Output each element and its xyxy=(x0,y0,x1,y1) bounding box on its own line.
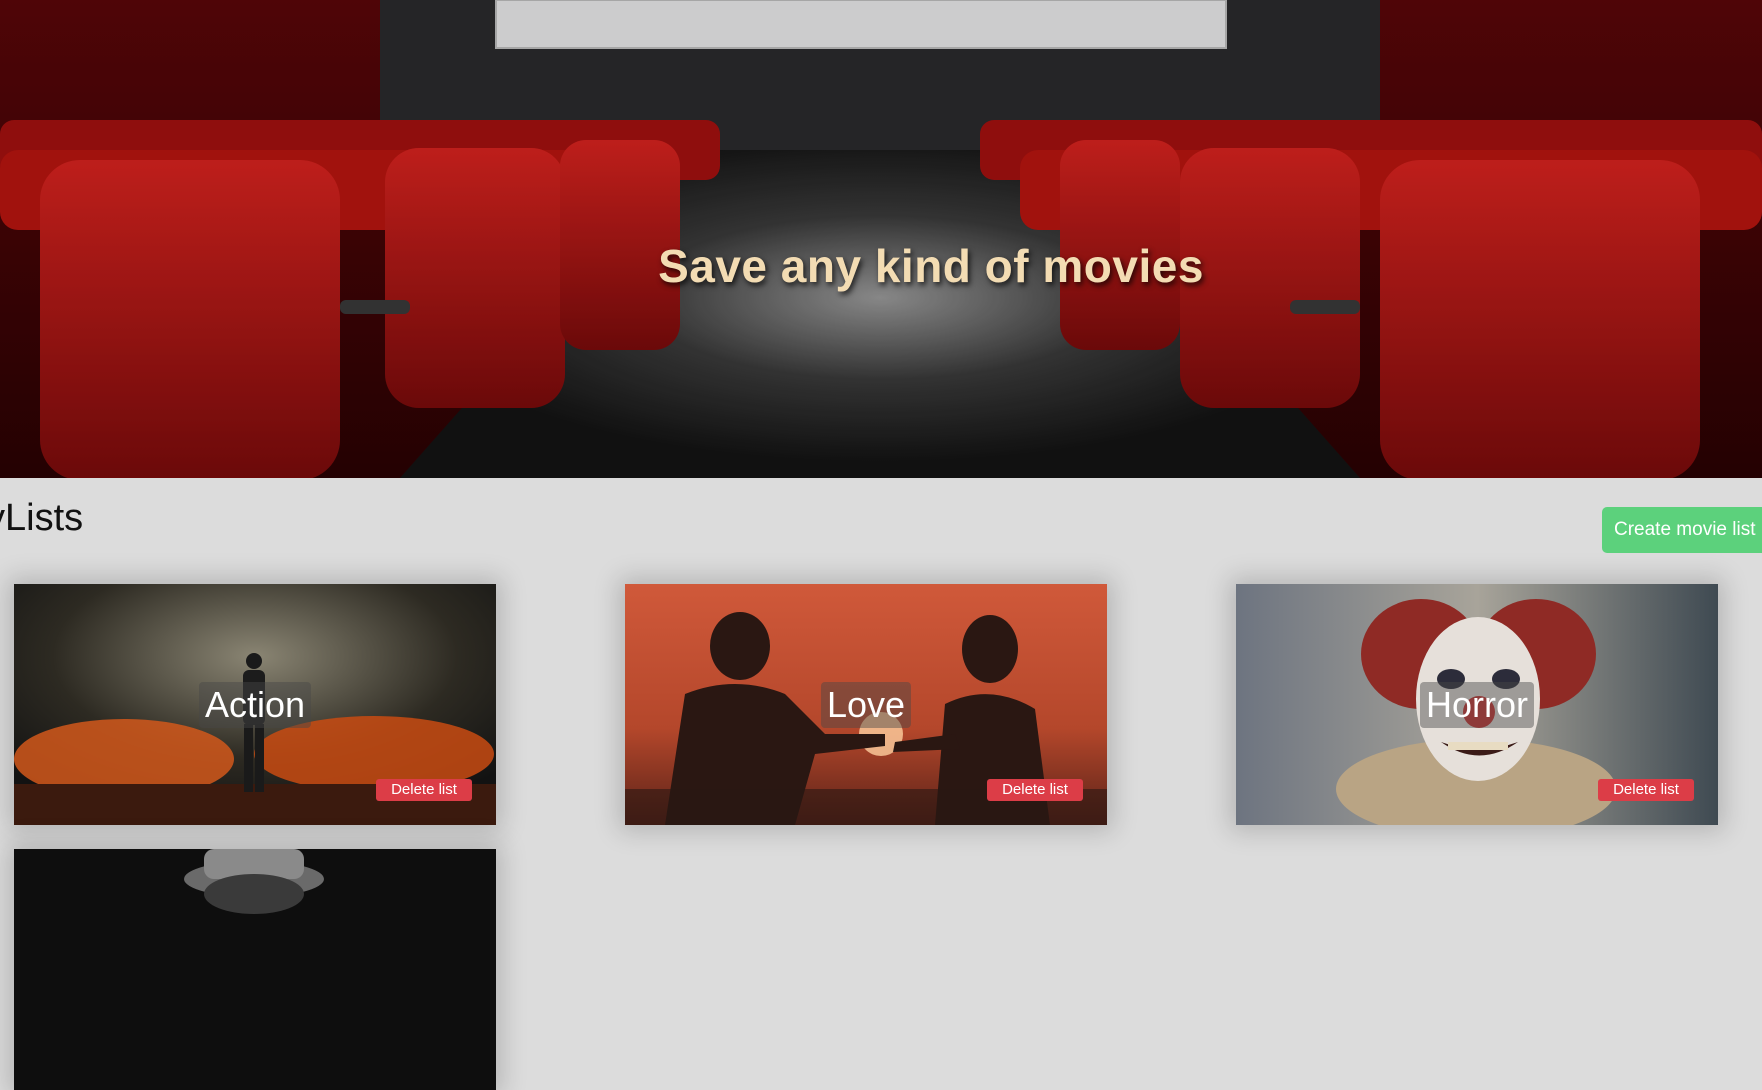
list-card-action[interactable]: Action Delete list xyxy=(14,584,496,825)
list-name: Horror xyxy=(1419,681,1535,728)
lists-section-title: yLists xyxy=(0,497,84,539)
list-card-horror[interactable]: Horror Delete list xyxy=(1236,584,1718,825)
list-card-love[interactable]: Love Delete list xyxy=(625,584,1107,825)
hero-banner: Save any kind of movies xyxy=(0,0,1762,478)
hero-title: Save any kind of movies xyxy=(658,239,1204,292)
hat-card-image xyxy=(14,849,496,1090)
list-name: Love xyxy=(820,681,912,728)
delete-list-button[interactable]: Delete list xyxy=(376,779,472,801)
delete-list-button[interactable]: Delete list xyxy=(987,779,1083,801)
list-name: Action xyxy=(198,681,312,728)
delete-list-button[interactable]: Delete list xyxy=(1598,779,1694,801)
list-card-hat[interactable] xyxy=(14,849,496,1090)
create-movie-list-button[interactable]: Create movie list xyxy=(1602,507,1762,553)
